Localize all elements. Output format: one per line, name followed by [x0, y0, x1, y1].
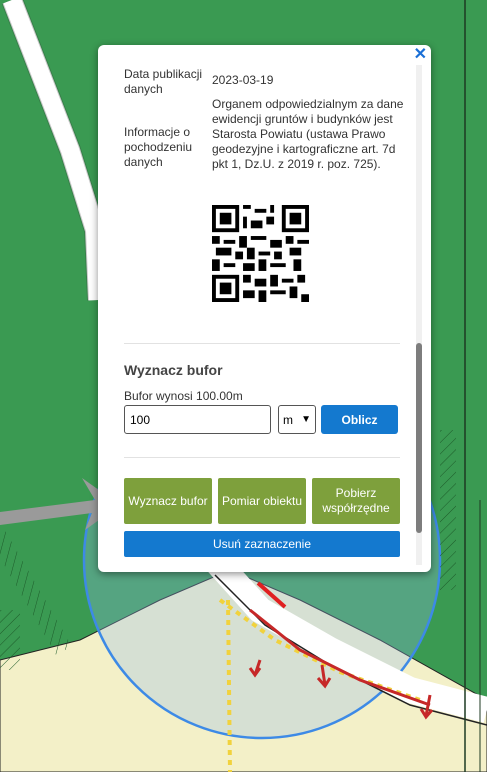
publication-value: 2023-03-19	[212, 73, 274, 87]
clear-selection-button[interactable]: Usuń zaznaczenie	[124, 531, 400, 557]
unit-select-value: m	[283, 412, 293, 427]
section-divider	[124, 457, 400, 458]
origin-value: Organem odpowiedzialnym za dane ewidencj…	[212, 97, 404, 171]
chevron-down-icon: ▼	[301, 414, 311, 425]
buffer-distance-input[interactable]	[124, 405, 271, 434]
info-popup: ✕ Data publikacji danych 2023-03-19 Info…	[98, 45, 431, 572]
publication-label: Data publikacji danych	[124, 67, 203, 96]
buffer-heading: Wyznacz bufor	[124, 362, 223, 378]
buffer-button[interactable]: Wyznacz bufor	[124, 478, 212, 524]
buffer-info: Bufor wynosi 100.00m	[124, 389, 243, 403]
measure-object-button[interactable]: Pomiar obiektu	[218, 478, 306, 524]
qr-code-icon	[212, 205, 309, 302]
section-divider	[124, 343, 400, 344]
popup-content: Data publikacji danych 2023-03-19 Inform…	[98, 45, 416, 572]
unit-select[interactable]: m ▼	[278, 405, 316, 434]
get-coordinates-button[interactable]: Pobierz współrzędne	[312, 478, 400, 524]
compute-button[interactable]: Oblicz	[321, 405, 398, 434]
scrollbar-thumb[interactable]	[416, 343, 422, 533]
origin-label: Informacje o pochodzeniu danych	[124, 125, 193, 169]
